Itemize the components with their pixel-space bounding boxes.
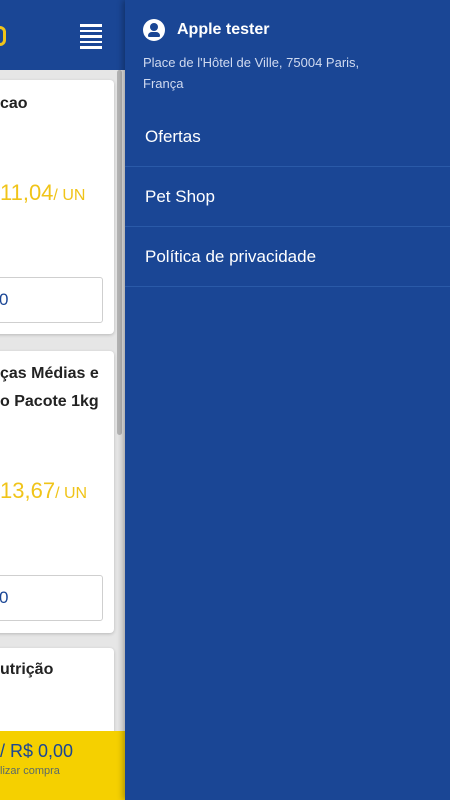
navigation-drawer: Apple tester Place de l'Hôtel de Ville, … — [125, 0, 450, 800]
cart-total: / R$ 0,00 — [0, 741, 74, 761]
product-title: utrição — [0, 661, 54, 678]
product-card[interactable]: cao 11,04/ UN 0 — [0, 80, 114, 334]
product-price: 11,04/ UN — [0, 180, 86, 205]
product-price: 13,67/ UN — [0, 478, 88, 503]
app-header — [0, 0, 125, 70]
cart-footer[interactable]: / R$ 0,00 lizar compra — [0, 731, 125, 800]
product-title-line-2: o Pacote 1kg — [0, 393, 99, 410]
user-row: Apple tester — [143, 18, 269, 42]
menu-item-pet-shop[interactable]: Pet Shop — [125, 167, 450, 227]
user-address: Place de l'Hôtel de Ville, 75004 Paris, … — [143, 55, 360, 91]
product-title: cao — [0, 95, 28, 112]
quantity-field[interactable]: 0 — [0, 575, 103, 621]
product-title-line-1: ças Médias e — [0, 365, 99, 382]
cart-subtitle: lizar compra — [0, 765, 60, 777]
logo-fragment — [0, 26, 6, 46]
account-circle-icon — [143, 19, 165, 41]
user-name: Apple tester — [177, 21, 270, 38]
scrollbar[interactable] — [117, 70, 122, 435]
background-screen: cao 11,04/ UN 0 ças Médias e o Pacote 1k… — [0, 0, 125, 800]
hamburger-menu-icon[interactable] — [80, 24, 102, 49]
drawer-menu: Ofertas Pet Shop Política de privacidade — [125, 107, 450, 287]
menu-item-ofertas[interactable]: Ofertas — [125, 107, 450, 167]
product-card[interactable]: ças Médias e o Pacote 1kg 13,67/ UN 0 — [0, 351, 114, 633]
menu-item-privacy-policy[interactable]: Política de privacidade — [125, 227, 450, 287]
quantity-field[interactable]: 0 — [0, 277, 103, 323]
